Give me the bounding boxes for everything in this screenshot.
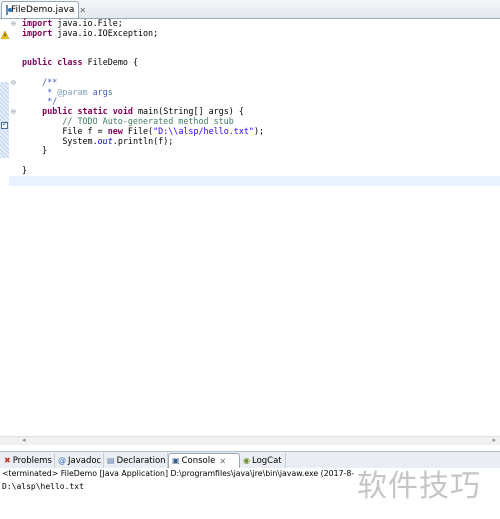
code-token: java.io.File; — [57, 18, 123, 28]
code-token: java.io.IOException; — [57, 27, 159, 38]
close-icon[interactable]: ✕ — [219, 457, 226, 466]
code-token: "D:\\alsp/hello.txt" — [153, 125, 254, 136]
problems-icon: ✖ — [4, 455, 11, 465]
code-line[interactable]: public class FileDemo { — [9, 57, 500, 68]
code-token: new — [107, 125, 128, 136]
java-file-icon — [6, 5, 12, 15]
tab-problems[interactable]: ✖ Problems — [1, 453, 55, 468]
code-token: public — [22, 106, 78, 117]
fold-toggle-icon[interactable]: ⊖ — [11, 78, 16, 88]
code-token: */ — [22, 96, 58, 107]
code-token: File f = — [22, 125, 108, 136]
code-token: void — [112, 106, 138, 117]
code-text[interactable]: ⊖ import java.io.File; import java.io.IOEx… — [9, 18, 500, 444]
code-token: .println(f); — [112, 135, 174, 146]
code-line[interactable]: import java.io.IOException; — [9, 27, 500, 39]
editor-tab-filedemo[interactable]: FileDemo.java ✕ — [1, 1, 86, 18]
horizontal-scrollbar[interactable]: ◂ ▸ — [0, 436, 500, 445]
warning-icon[interactable] — [1, 31, 9, 39]
code-token: static — [77, 106, 113, 117]
code-token: } — [22, 164, 28, 175]
tab-logcat[interactable]: ◉ LogCat — [240, 453, 286, 468]
code-token: FileDemo { — [87, 57, 138, 68]
tab-label: LogCat — [251, 455, 282, 466]
console-icon: ▣ — [172, 456, 180, 465]
code-token: File( — [127, 125, 154, 136]
code-token: * — [22, 86, 58, 97]
declaration-icon: ▤ — [107, 455, 115, 465]
code-line[interactable]: } — [9, 164, 500, 176]
code-token: System. — [22, 135, 98, 146]
code-token: // TODO Auto-generated method stub — [22, 115, 234, 126]
code-line[interactable] — [9, 68, 500, 78]
task-icon[interactable] — [1, 120, 8, 129]
code-token: args — [87, 86, 113, 97]
scroll-right-arrow-icon[interactable]: ▸ — [492, 436, 496, 444]
tab-label: Declaration — [116, 455, 166, 466]
scroll-left-arrow-icon[interactable]: ◂ — [22, 436, 26, 444]
code-token: /** — [22, 76, 58, 87]
code-line[interactable] — [9, 156, 500, 166]
console-output[interactable]: D:\alsp\hello.txt — [2, 482, 84, 491]
tab-declaration[interactable]: ▤ Declaration — [104, 453, 168, 468]
code-token: @param — [57, 86, 88, 97]
watermark: 软件技巧 — [357, 469, 481, 504]
close-icon[interactable]: ✕ — [79, 6, 86, 15]
logcat-icon: ◉ — [243, 455, 250, 465]
code-token: out — [97, 135, 113, 146]
code-editor[interactable]: ⊖ import java.io.File;import java.io.IOEx… — [0, 18, 500, 444]
console-launch-header: <terminated> FileDemo [Java Application]… — [2, 469, 355, 478]
tab-javadoc[interactable]: @ Javadoc — [55, 453, 104, 468]
code-token: ); — [253, 125, 265, 136]
tab-console[interactable]: ▣ Console ✕ — [168, 453, 240, 468]
code-token: } — [22, 145, 48, 156]
code-line[interactable]: * @param args — [9, 86, 500, 98]
code-token: import — [22, 18, 58, 28]
editor-tab-bar: FileDemo.java ✕ — [0, 0, 500, 19]
editor-tab-label: FileDemo.java — [11, 5, 75, 15]
code-line[interactable] — [9, 175, 500, 186]
tab-label: Problems — [12, 455, 52, 466]
code-line[interactable] — [9, 39, 500, 49]
fold-toggle-icon[interactable]: ⊖ — [11, 19, 16, 29]
code-token: import — [22, 27, 58, 38]
code-token: public — [22, 57, 58, 68]
tab-label: Javadoc — [68, 455, 102, 466]
code-token: class — [57, 57, 88, 68]
code-line[interactable]: } — [9, 145, 500, 156]
fold-toggle-icon[interactable]: ⊖ — [11, 107, 16, 117]
code-token: main(String[] args) { — [137, 106, 244, 117]
javadoc-icon: @ — [58, 455, 66, 465]
code-line[interactable]: System.out.println(f); — [9, 135, 500, 147]
tab-label: Console — [181, 456, 216, 466]
vertical-ruler — [0, 19, 9, 444]
